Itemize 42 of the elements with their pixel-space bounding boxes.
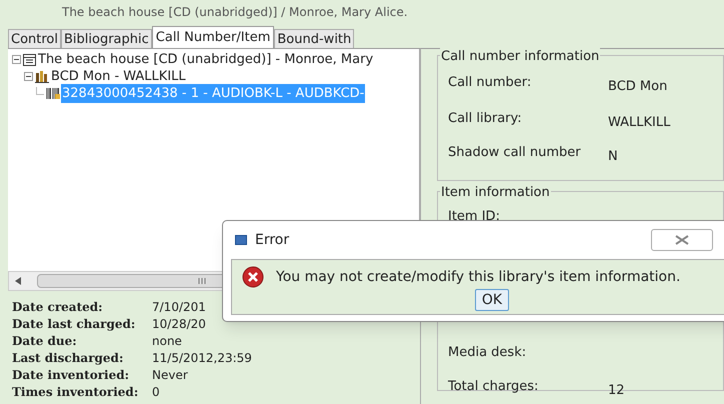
- field-label: Item ID:: [448, 208, 501, 226]
- tab[interactable]: Bibliographic: [61, 29, 152, 48]
- tree-item[interactable]: The beach house [CD (unabridged)] - Monroe, Mary: [37, 50, 374, 70]
- collapse-icon[interactable]: [24, 72, 33, 81]
- field-value: BCD Mon: [608, 78, 668, 96]
- record-icon: [23, 54, 36, 66]
- field-label: Last discharged:: [12, 350, 124, 367]
- tab[interactable]: Bound-with: [274, 29, 354, 48]
- field-value: 10/28/20: [152, 316, 206, 333]
- field-value: none: [152, 333, 182, 350]
- close-icon: [675, 235, 689, 245]
- field-value: N: [608, 148, 618, 166]
- barcode-icon: [46, 88, 60, 99]
- app-icon: [235, 235, 247, 245]
- field-label: Call library:: [448, 110, 523, 128]
- field-label: Date last charged:: [12, 316, 136, 333]
- error-message: You may not create/modify this library's item information.: [276, 268, 680, 286]
- field-label: Date inventoried:: [12, 367, 130, 384]
- field-label: Media desk:: [448, 344, 528, 362]
- books-icon: [35, 70, 49, 82]
- field-value: Never: [152, 367, 188, 384]
- field-label: Date due:: [12, 333, 78, 350]
- tree-item[interactable]: BCD Mon - WALLKILL: [50, 66, 187, 86]
- field-label: Shadow call number: [448, 144, 582, 162]
- field-label: Total charges:: [448, 378, 540, 396]
- close-button[interactable]: [651, 229, 713, 251]
- tab[interactable]: Control: [8, 29, 61, 48]
- field-label: Call number:: [448, 74, 532, 92]
- scroll-left-icon[interactable]: [15, 277, 23, 285]
- field-value: WALLKILL: [608, 114, 670, 132]
- record-title: The beach house [CD (unabridged)] / Monroe, Mary Alice.: [62, 5, 408, 19]
- error-icon: [242, 266, 264, 288]
- tab[interactable]: Call Number/Item: [152, 26, 274, 48]
- dialog-title: Error: [255, 230, 290, 250]
- field-label: Date created:: [12, 299, 104, 316]
- field-value: 7/10/201: [152, 299, 206, 316]
- field-value: 0: [152, 384, 160, 401]
- field-label: Times inventoried:: [12, 384, 140, 401]
- field-value: 11/5/2012,23:59: [152, 350, 252, 367]
- ok-button[interactable]: OK: [474, 289, 510, 311]
- field-value: 12: [608, 382, 625, 400]
- collapse-icon[interactable]: [12, 55, 21, 64]
